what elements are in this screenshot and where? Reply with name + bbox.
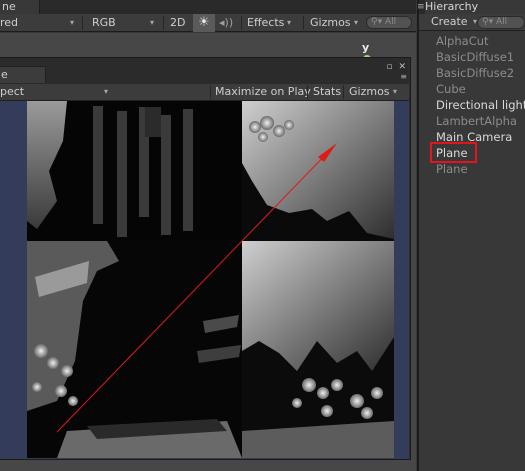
game-toolbar: pect ▾ Maximize on Play Stats Gizmos ▾ [0,84,409,101]
highlight-box [430,142,477,163]
gizmos-dropdown[interactable]: Gizmos ▾ [310,15,362,31]
axis-y-label: y [362,41,370,54]
search-icon: ⚲▾ [371,17,383,27]
menu-icon[interactable]: ≡ [417,0,425,14]
rendered-scene [27,101,394,458]
divider [210,85,211,99]
hierarchy-item-basicdiffuse2[interactable]: BasicDiffuse2 [436,65,514,81]
game-titlebar [0,58,409,84]
divider [82,16,83,30]
effects-dropdown[interactable]: Effects ▾ [247,15,295,31]
close-icon[interactable]: ✕ [398,62,406,72]
game-gizmos-label: Gizmos [349,85,390,98]
dropdown-icon: ▾ [393,87,398,96]
aspect-label: pect [0,85,25,98]
hierarchy-tabbar: ≡ Hierarchy [417,0,525,14]
scene-gizmo[interactable]: y [356,39,376,63]
hierarchy-item-directional-light[interactable]: Directional light [436,97,525,113]
window-controls: ▫ ✕ [386,62,406,72]
dropdown-icon: ▾ [104,87,109,96]
view-2d-toggle[interactable]: 2D [170,15,190,31]
scene-tabbar: ne [0,0,416,14]
hierarchy-item-basicdiffuse1[interactable]: BasicDiffuse1 [436,49,514,65]
hierarchy-item-cube[interactable]: Cube [436,81,466,97]
hierarchy-tab[interactable]: Hierarchy [425,0,525,14]
hierarchy-toolbar: Create ▾ ⚲▾ All [419,14,525,31]
render-mode-label: RGB [92,16,116,29]
audio-icon[interactable]: ◂)) [219,15,239,31]
scene-tab[interactable]: ne [0,0,40,14]
game-gizmos-dropdown[interactable]: Gizmos ▾ [349,84,407,100]
dropdown-icon: ▾ [150,18,155,27]
divider [307,85,308,99]
scene-search-placeholder: All [384,17,397,27]
maximize-on-play-toggle[interactable]: Maximize on Play [215,84,311,100]
hierarchy-item-lambertalpha[interactable]: LambertAlpha [436,113,517,129]
divider [241,16,242,30]
create-label: Create [431,15,468,28]
hierarchy-item-plane[interactable]: Plane [436,161,468,177]
sun-icon[interactable]: ☀ [193,14,215,32]
create-dropdown[interactable]: Create ▾ [431,14,483,30]
effects-label: Effects [247,16,285,29]
search-icon: ⚲▾ [482,17,494,27]
stats-toggle[interactable]: Stats [313,84,341,100]
divider [343,85,344,99]
divider [163,16,164,30]
hierarchy-tab-label: Hierarchy [425,0,479,13]
unity-editor: ne red ▾ RGB ▾ 2D ☀ ◂)) Effects ▾ Gizmos… [0,0,525,471]
hierarchy-item-alphacut[interactable]: AlphaCut [436,33,489,49]
scene-toolbar: red ▾ RGB ▾ 2D ☀ ◂)) Effects ▾ Gizmos ▾ … [0,14,416,32]
scene-search-field[interactable]: ⚲▾ All [366,16,412,29]
render-mode-dropdown[interactable]: RGB ▾ [92,15,160,31]
game-tab[interactable]: e [0,66,46,83]
divider [303,16,304,30]
menu-icon[interactable]: ≡ [400,72,407,81]
game-window: e ▫ ✕ ≡ pect ▾ Maximize on Play Stats Gi… [0,57,411,460]
shading-mode-label: red [0,16,19,29]
dropdown-icon: ▾ [287,18,292,27]
seal-mark [145,107,161,137]
dropdown-icon: ▾ [354,18,359,27]
aspect-dropdown[interactable]: pect ▾ [0,84,120,100]
game-viewport[interactable] [27,101,394,458]
maximize-icon[interactable]: ▫ [386,62,392,72]
hierarchy-search-field[interactable]: ⚲▾ All [477,16,525,29]
hierarchy-panel: ≡ Hierarchy Create ▾ ⚲▾ All AlphaCut Bas… [417,0,525,471]
shading-mode-dropdown[interactable]: red ▾ [0,15,80,31]
gizmos-label: Gizmos [310,16,351,29]
dropdown-icon: ▾ [70,18,75,27]
hierarchy-search-placeholder: All [495,17,508,27]
